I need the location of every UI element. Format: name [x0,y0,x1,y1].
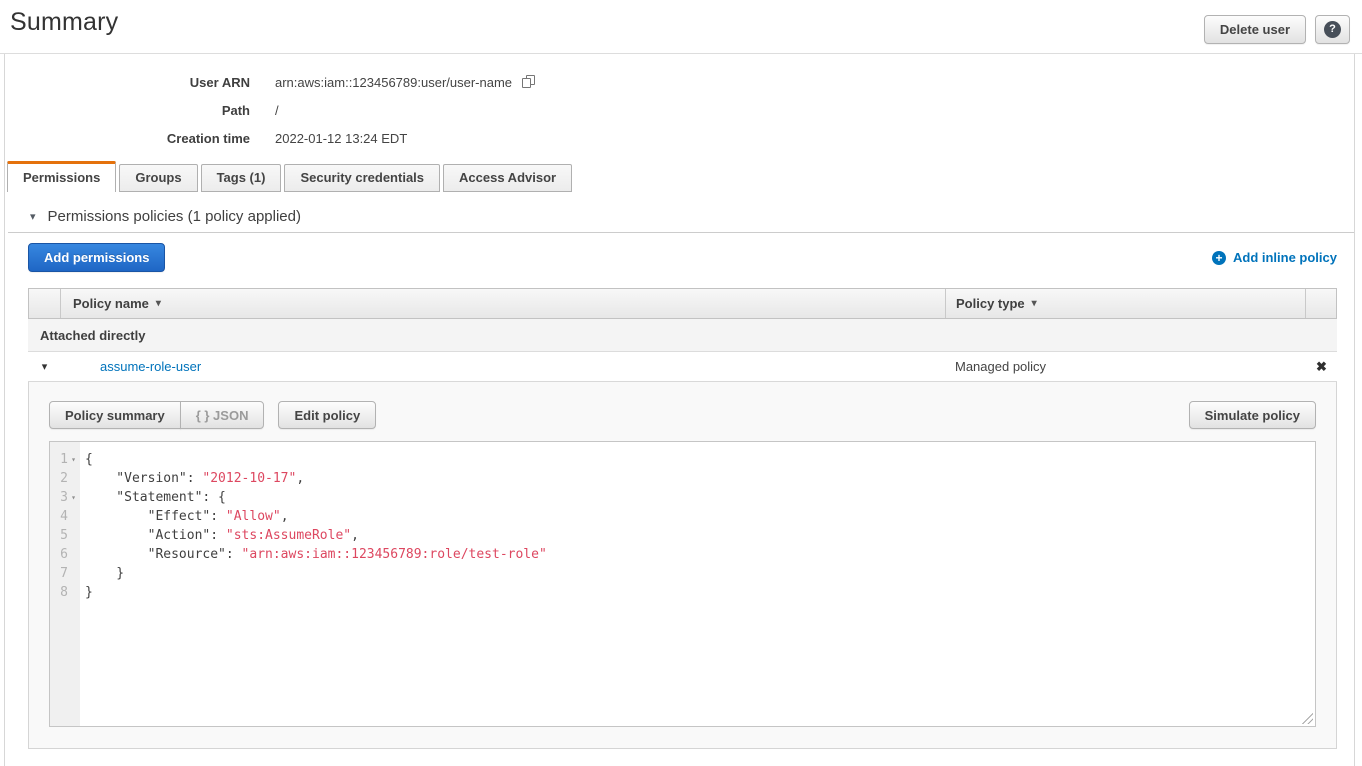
policy-type-header-label: Policy type [956,296,1025,311]
add-inline-policy-link[interactable]: + Add inline policy [1212,250,1337,265]
code-line: "Action": "sts:AssumeRole", [85,526,1315,545]
creation-time-label: Creation time [0,131,250,146]
plus-circle-icon: + [1212,251,1226,265]
path-value: / [275,103,279,118]
permissions-policies-title: Permissions policies (1 policy applied) [48,208,301,225]
policy-name-header-label: Policy name [73,296,149,311]
policy-table-row: ▾ assume-role-user Managed policy ✖ [28,352,1337,382]
gutter-line: 8 [50,583,80,602]
add-permissions-button[interactable]: Add permissions [28,243,165,272]
sort-caret-icon: ▾ [1032,298,1037,309]
policy-actions-row: Add permissions + Add inline policy [28,244,1337,271]
code-line: "Version": "2012-10-17", [85,469,1315,488]
section-divider [8,232,1354,233]
policy-view-toggle-group: Policy summary { } JSON [49,401,264,429]
attached-directly-group-row: Attached directly [28,319,1337,352]
sort-caret-icon: ▾ [156,298,161,309]
gutter-line: 5 [50,526,80,545]
code-line: { [85,450,1315,469]
help-icon: ? [1324,21,1341,38]
policy-name-link[interactable]: assume-role-user [100,359,201,374]
detail-row-creation-time: Creation time 2022-01-12 13:24 EDT [0,124,1362,152]
gutter-line: 3▾ [50,488,80,507]
code-line: } [85,564,1315,583]
iam-user-summary-page: Summary Delete user ? User ARN arn:aws:i… [0,0,1362,766]
header-action-column [1305,289,1336,318]
policy-json-editor[interactable]: 1▾23▾45678 { "Version": "2012-10-17", "S… [49,441,1316,727]
copy-icon[interactable] [521,75,537,90]
user-details: User ARN arn:aws:iam::123456789:user/use… [0,54,1362,152]
policy-type-cell: Managed policy [945,359,1305,374]
tab-access-advisor[interactable]: Access Advisor [443,164,572,192]
code-line: } [85,583,1315,602]
json-view-button[interactable]: { } JSON [180,401,265,429]
page-title: Summary [10,8,118,37]
policy-summary-button[interactable]: Policy summary [49,401,181,429]
code-line: "Statement": { [85,488,1315,507]
policy-table-header: Policy name ▾ Policy type ▾ [28,288,1337,319]
help-button[interactable]: ? [1315,15,1350,44]
policy-detail-panel: Policy summary { } JSON Edit policy Simu… [28,382,1337,749]
header-actions: Delete user ? [1204,15,1350,44]
content-panel-left-edge [4,54,5,766]
editor-gutter: 1▾23▾45678 [50,442,80,726]
tab-bar: Permissions Groups Tags (1) Security cre… [7,161,1362,192]
column-header-policy-name[interactable]: Policy name ▾ [61,289,945,318]
tab-security-credentials[interactable]: Security credentials [284,164,440,192]
editor-code: { "Version": "2012-10-17", "Statement": … [80,442,1315,726]
edit-policy-button[interactable]: Edit policy [278,401,376,429]
delete-user-button[interactable]: Delete user [1204,15,1306,44]
user-arn-value: arn:aws:iam::123456789:user/user-name [275,75,512,90]
permissions-policies-section-header: ▾ Permissions policies (1 policy applied… [30,205,1362,227]
code-line: "Resource": "arn:aws:iam::123456789:role… [85,545,1315,564]
gutter-line: 6 [50,545,80,564]
policy-view-buttons: Policy summary { } JSON Edit policy [49,401,376,429]
detail-row-path: Path / [0,96,1362,124]
gutter-line: 7 [50,564,80,583]
remove-policy-icon[interactable]: ✖ [1316,359,1327,374]
policy-name-cell: assume-role-user [61,359,945,374]
fold-caret-icon[interactable]: ▾ [68,455,79,464]
policy-table: Policy name ▾ Policy type ▾ Attached dir… [28,288,1337,749]
column-header-policy-type[interactable]: Policy type ▾ [945,289,1305,318]
content-panel-right-edge [1354,54,1355,766]
fold-caret-icon[interactable]: ▾ [68,493,79,502]
attached-directly-label: Attached directly [40,328,145,343]
header-caret-column [29,289,61,318]
creation-time-value: 2022-01-12 13:24 EDT [275,131,407,146]
collapse-caret-icon[interactable]: ▾ [30,210,36,223]
user-arn-label: User ARN [0,75,250,90]
tab-permissions[interactable]: Permissions [7,161,116,192]
page-header: Summary Delete user ? [0,0,1362,54]
tab-tags[interactable]: Tags (1) [201,164,282,192]
policy-detail-buttons: Policy summary { } JSON Edit policy Simu… [49,401,1316,429]
row-expand-caret-icon[interactable]: ▾ [28,360,61,373]
detail-row-user-arn: User ARN arn:aws:iam::123456789:user/use… [0,68,1362,96]
gutter-line: 1▾ [50,450,80,469]
gutter-line: 4 [50,507,80,526]
code-line: "Effect": "Allow", [85,507,1315,526]
add-inline-policy-label: Add inline policy [1233,250,1337,265]
gutter-line: 2 [50,469,80,488]
tab-groups[interactable]: Groups [119,164,197,192]
simulate-policy-button[interactable]: Simulate policy [1189,401,1316,429]
copy-icon-front-square [522,78,531,88]
path-label: Path [0,103,250,118]
policy-action-cell: ✖ [1305,359,1337,375]
